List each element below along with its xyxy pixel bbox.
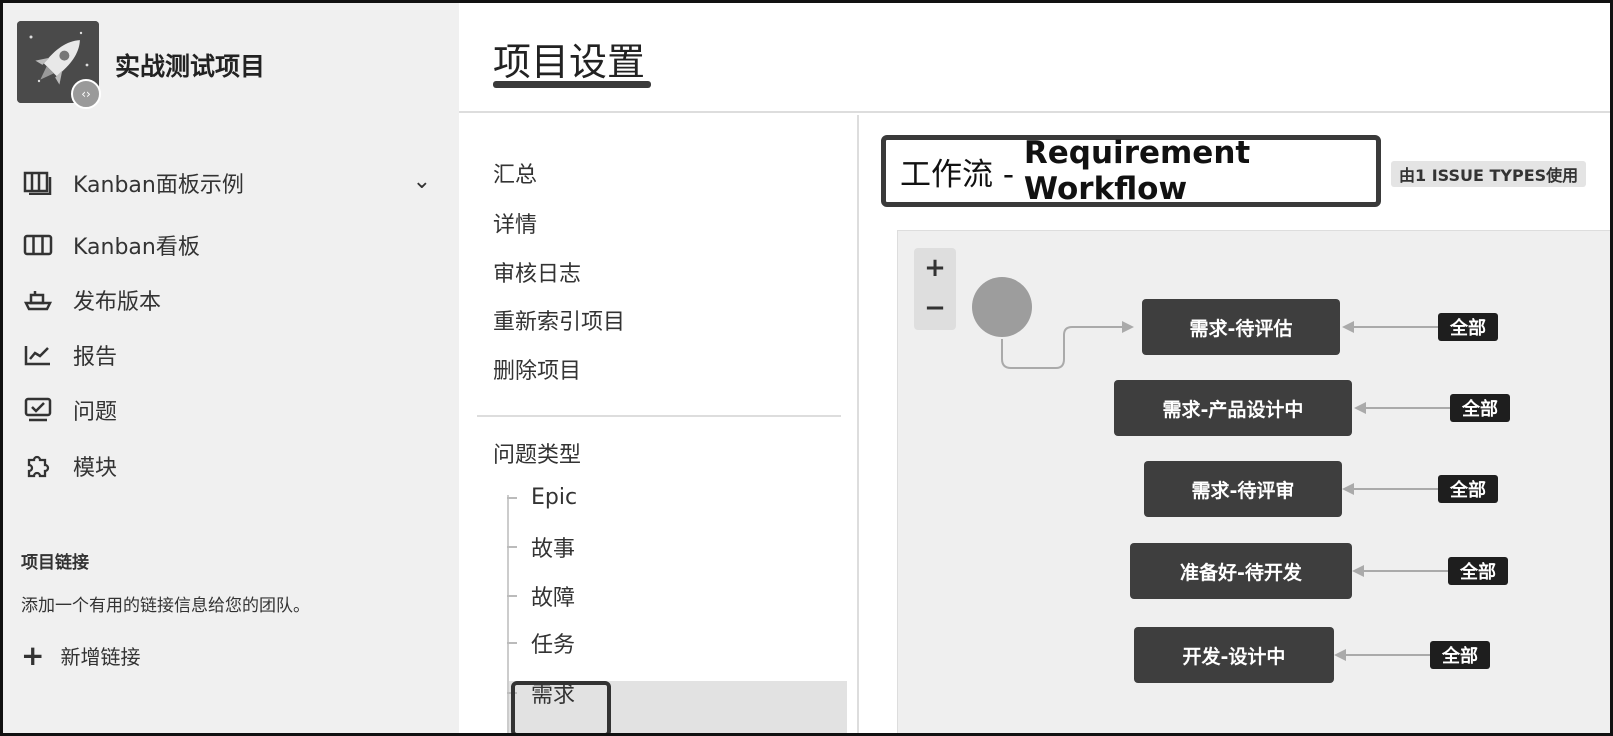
app-window: ‹› 实战测试项目 Kanban面板示例 ⌄ Kanban看板 发布版本 报告 … (0, 0, 1613, 736)
issue-type-label: Epic (531, 485, 578, 510)
workflow-panel: 工作流 - Requirement Workflow 由1 ISSUE TYPE… (861, 115, 1610, 733)
settings-item-issue-types[interactable]: 问题类型 (493, 437, 581, 469)
page-header: 项目设置 (459, 3, 1610, 113)
sidebar-item-releases[interactable]: 发布版本 (21, 280, 441, 320)
issue-type-bug[interactable]: 故障 (507, 580, 575, 612)
sidebar-item-kanban-board-example[interactable]: Kanban面板示例 ⌄ (21, 163, 441, 203)
status-node[interactable]: 准备好-待开发 (1130, 543, 1352, 599)
status-node[interactable]: 需求-产品设计中 (1114, 380, 1352, 436)
issue-type-label: 任务 (531, 633, 576, 658)
settings-item-reindex[interactable]: 重新索引项目 (493, 304, 625, 336)
puzzle-icon (21, 452, 55, 480)
sidebar-item-label: 问题 (73, 400, 118, 425)
zoom-out-button[interactable]: − (914, 288, 956, 328)
add-link-button[interactable]: + 新增链接 (21, 641, 140, 670)
transition-all-label[interactable]: 全部 (1430, 641, 1490, 669)
add-link-label: 新增链接 (60, 645, 141, 669)
transition-all-label[interactable]: 全部 (1450, 394, 1510, 422)
settings-item-audit-log[interactable]: 审核日志 (493, 256, 581, 288)
sidebar-item-issues[interactable]: 问题 (21, 390, 441, 430)
transition-all-label[interactable]: 全部 (1448, 557, 1508, 585)
sidebar-item-label: 模块 (73, 456, 118, 481)
chart-icon (21, 341, 55, 369)
zoom-in-button[interactable]: + (914, 248, 956, 288)
project-type-badge-icon: ‹› (71, 79, 101, 109)
issue-type-label: 故障 (531, 586, 576, 611)
divider (477, 415, 841, 417)
plus-icon: + (21, 638, 45, 672)
sidebar-item-label: Kanban面板示例 (73, 173, 244, 198)
board-icon (21, 169, 55, 197)
selection-highlight-box (511, 681, 611, 733)
initial-transition-arrow (1001, 321, 1134, 369)
workflow-title-prefix: 工作流 - (900, 156, 1024, 193)
project-sidebar: ‹› 实战测试项目 Kanban面板示例 ⌄ Kanban看板 发布版本 报告 … (3, 3, 459, 733)
issue-type-epic[interactable]: Epic (507, 485, 577, 510)
workflow-start-node[interactable] (972, 277, 1032, 337)
sidebar-item-label: Kanban看板 (73, 235, 200, 260)
settings-item-summary[interactable]: 汇总 (493, 157, 537, 189)
status-node[interactable]: 需求-待评估 (1142, 299, 1340, 355)
workflow-diagram[interactable]: + − 需求-待评估 全部 需求-产品设计中 全部 需求-待评审 全部 准备好-… (897, 230, 1610, 733)
settings-item-delete-project[interactable]: 删除项目 (493, 353, 581, 385)
page-title: 项目设置 (493, 40, 646, 84)
settings-nav: 汇总 详情 审核日志 重新索引项目 删除项目 问题类型 Epic 故事 故障 任… (459, 115, 859, 733)
issue-types-usage-badge[interactable]: 由1 ISSUE TYPES使用 (1391, 161, 1587, 187)
project-links-description: 添加一个有用的链接信息给您的团队。 (21, 596, 310, 616)
status-node[interactable]: 开发-设计中 (1134, 627, 1334, 683)
sidebar-item-reports[interactable]: 报告 (21, 335, 441, 375)
title-underline (493, 81, 651, 88)
ship-icon (21, 286, 55, 314)
sidebar-item-label: 发布版本 (73, 290, 162, 315)
project-links-title: 项目链接 (21, 553, 89, 573)
sidebar-item-label: 报告 (73, 345, 118, 370)
workflow-title: 工作流 - Requirement Workflow (881, 135, 1381, 207)
project-name: 实战测试项目 (115, 52, 266, 81)
transition-all-label[interactable]: 全部 (1438, 313, 1498, 341)
settings-item-details[interactable]: 详情 (493, 207, 537, 239)
sidebar-item-components[interactable]: 模块 (21, 446, 441, 486)
issue-type-story[interactable]: 故事 (507, 531, 575, 563)
sidebar-item-kanban-board[interactable]: Kanban看板 (21, 225, 441, 265)
issue-icon (21, 396, 55, 424)
status-node[interactable]: 需求-待评审 (1144, 461, 1342, 517)
issue-type-label: 故事 (531, 537, 576, 562)
transition-all-label[interactable]: 全部 (1438, 475, 1498, 503)
issue-type-task[interactable]: 任务 (507, 627, 575, 659)
columns-icon (21, 231, 55, 259)
zoom-controls: + − (914, 248, 956, 330)
workflow-title-name: Requirement Workflow (1023, 135, 1251, 207)
chevron-down-icon[interactable]: ⌄ (413, 169, 431, 194)
